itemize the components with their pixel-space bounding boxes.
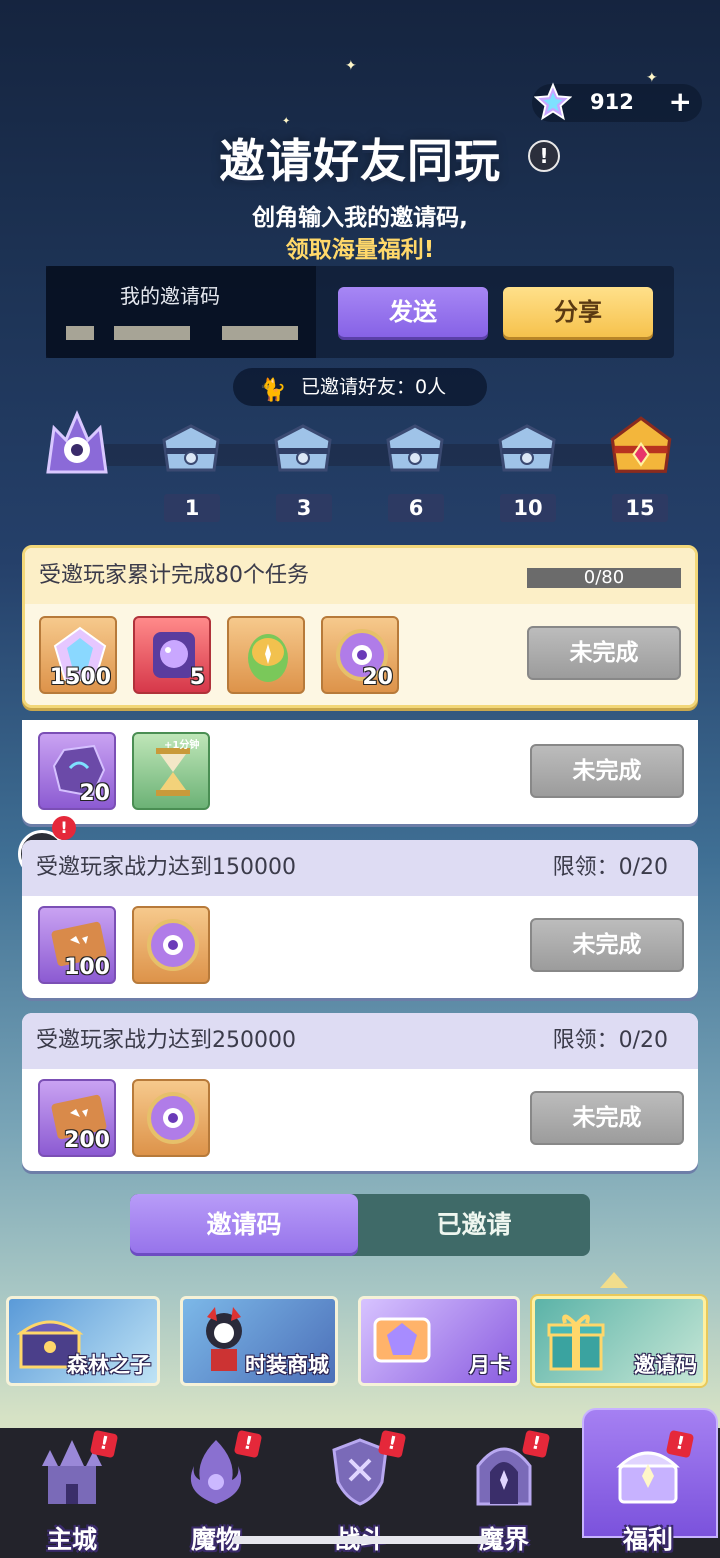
alert-badge: !	[377, 1429, 407, 1459]
silver-chest-icon[interactable]	[158, 418, 224, 484]
alert-badge: !	[233, 1429, 263, 1459]
reward-item[interactable]: 20	[38, 732, 116, 810]
task-header: 受邀玩家战力达到250000 限领：0/20	[22, 1013, 698, 1069]
incomplete-button[interactable]: 未完成	[527, 626, 681, 680]
purple-emblem-icon	[147, 1092, 199, 1144]
currency-value: 912	[590, 90, 634, 114]
alert-badge: !	[665, 1429, 695, 1459]
help-button[interactable]: !	[528, 140, 560, 172]
purple-emblem-icon	[147, 919, 199, 971]
incomplete-button[interactable]: 未完成	[530, 744, 684, 798]
reward-item[interactable]: 5	[133, 616, 211, 694]
task-rewards: 100 未完成	[22, 896, 698, 998]
task-progress-bar: 0/80	[527, 568, 681, 588]
redacted-code	[66, 326, 94, 340]
sparkle-icon: ✦	[345, 58, 357, 74]
reward-item[interactable]	[132, 906, 210, 984]
milestone-track	[60, 444, 660, 466]
incomplete-button[interactable]: 未完成	[530, 1091, 684, 1145]
task-title: 受邀玩家战力达到150000	[36, 855, 296, 880]
gold-chest-icon[interactable]	[606, 414, 676, 484]
subtitle-line1: 创角输入我的邀请码,	[252, 205, 468, 231]
silver-chest-icon[interactable]	[494, 418, 560, 484]
milestone-label: 15	[612, 494, 668, 522]
nav-item-welfare[interactable]: ! 福利	[576, 1428, 720, 1558]
task-rewards: 1500 5 20 未完成	[25, 604, 695, 705]
milestone-label: 10	[500, 494, 556, 522]
reward-item[interactable]	[227, 616, 305, 694]
promo-invite-code[interactable]: 邀请码	[532, 1296, 706, 1386]
promo-costume-shop[interactable]: 时装商城	[180, 1296, 338, 1386]
redacted-code	[222, 326, 298, 340]
reward-item[interactable]: 1500	[39, 616, 117, 694]
gift-box-icon	[547, 1314, 605, 1371]
reward-item[interactable]: 20	[321, 616, 399, 694]
task-header: 受邀玩家累计完成80个任务 0/80	[25, 548, 695, 604]
task-title: 受邀玩家战力达到250000	[36, 1028, 296, 1053]
alert-badge: !	[521, 1429, 551, 1459]
reward-item[interactable]: 100	[38, 906, 116, 984]
invite-code-label: 我的邀请码	[120, 284, 220, 308]
silver-chest-icon[interactable]	[382, 418, 448, 484]
task-card: 受邀玩家累计完成80个任务 0/80 1500 5 20 未完成	[22, 545, 698, 708]
crystal-card-icon	[373, 1317, 431, 1363]
tab-bar: 邀请码 已邀请	[130, 1194, 590, 1256]
promo-forest-child[interactable]: 森林之子	[6, 1296, 160, 1386]
invited-count-pill: 🐈 已邀请好友：0人	[233, 368, 487, 406]
task-card-continued: 20 +1分钟 未完成	[22, 720, 698, 824]
task-card: 受邀玩家战力达到250000 限领：0/20 200 未完成	[22, 1013, 698, 1171]
incomplete-button[interactable]: 未完成	[530, 918, 684, 972]
task-header: 受邀玩家战力达到150000 限领：0/20	[22, 840, 698, 896]
rainbow-egg-icon	[248, 634, 288, 682]
redacted-code	[114, 326, 190, 340]
task-limit: 限领：0/20	[552, 855, 668, 880]
tab-invited[interactable]: 已邀请	[358, 1194, 590, 1256]
chat-alert-badge: !	[52, 816, 76, 840]
reward-item[interactable]	[132, 1079, 210, 1157]
home-indicator[interactable]	[232, 1536, 488, 1544]
task-limit: 限领：0/20	[552, 1028, 668, 1053]
invited-count-text: 已邀请好友：0人	[301, 376, 447, 398]
milestone-label: 1	[164, 494, 220, 522]
nav-item-main-city[interactable]: ! 主城	[0, 1428, 144, 1558]
promo-monthly-card[interactable]: 月卡	[358, 1296, 520, 1386]
task-rewards: 200 未完成	[22, 1069, 698, 1171]
tab-invite-code[interactable]: 邀请码	[130, 1194, 358, 1256]
alert-badge: !	[89, 1429, 119, 1459]
star-gem-icon	[534, 82, 572, 121]
reward-item[interactable]: +1分钟	[132, 732, 210, 810]
reward-item[interactable]: 200	[38, 1079, 116, 1157]
add-currency-button[interactable]: +	[669, 86, 692, 118]
milestone-label: 6	[388, 494, 444, 522]
page-title: 邀请好友同玩	[219, 134, 501, 188]
silver-chest-icon[interactable]	[270, 418, 336, 484]
active-promo-indicator	[600, 1272, 628, 1288]
subtitle-line2: 领取海量福利!	[285, 237, 435, 263]
task-card: 受邀玩家战力达到150000 限领：0/20 100 未完成	[22, 840, 698, 998]
milestone-label: 3	[276, 494, 332, 522]
task-title: 受邀玩家累计完成80个任务	[39, 563, 309, 588]
currency-display: 912 +	[532, 82, 702, 122]
share-button[interactable]: 分享	[503, 287, 653, 337]
send-button[interactable]: 发送	[338, 287, 488, 337]
monster-mascot-icon	[46, 410, 108, 474]
cat-icon: 🐈	[259, 378, 287, 403]
